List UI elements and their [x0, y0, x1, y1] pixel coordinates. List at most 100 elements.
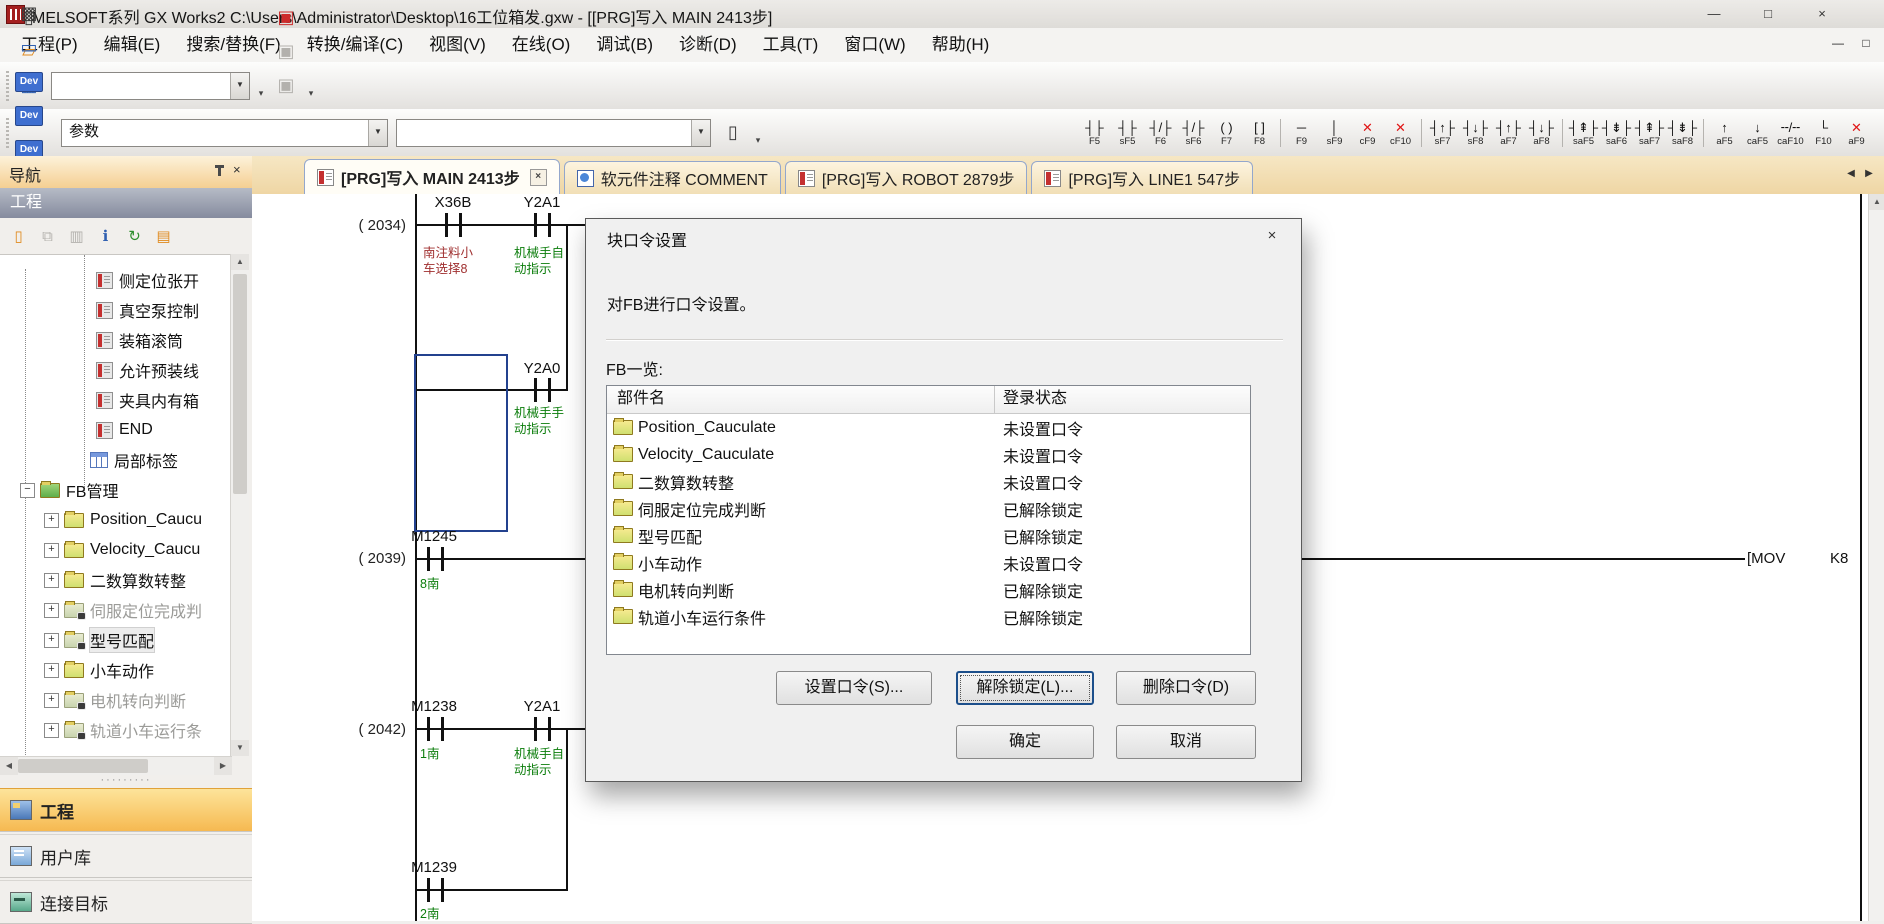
tree-item[interactable]: 允许预装线	[0, 355, 230, 385]
toolbar-overflow-icon[interactable]: ▾	[304, 69, 318, 102]
instruction-operand[interactable]: K8	[1830, 550, 1848, 567]
table-row[interactable]: 轨道小车运行条件 已解除锁定	[607, 603, 1250, 630]
table-row[interactable]: 伺服定位完成判断 已解除锁定	[607, 495, 1250, 522]
ladder-symbol-button[interactable]: ┤↓├ aF8	[1525, 113, 1558, 153]
table-row[interactable]: Position_Cauculate 未设置口令	[607, 414, 1250, 441]
tree-expander[interactable]: −	[20, 483, 35, 498]
toolbar-handle[interactable]	[6, 118, 9, 148]
scroll-down-icon[interactable]: ▼	[231, 740, 249, 756]
cell-selection-cursor[interactable]	[414, 354, 508, 532]
document-tab[interactable]: [PRG]写入 ROBOT 2879步 ×	[785, 161, 1028, 194]
toolbar-icon[interactable]: Dev	[12, 65, 46, 99]
nav-tool-icon[interactable]: ▯	[5, 223, 32, 250]
unlock-button[interactable]: 解除锁定(L)...	[956, 671, 1094, 705]
new-window-icon[interactable]: ▯	[716, 116, 750, 150]
pin-icon[interactable]	[218, 165, 221, 176]
ladder-symbol-button[interactable]: ┤⇟├ saF8	[1666, 113, 1699, 153]
combo-dropdown-icon[interactable]: ▼	[691, 120, 710, 146]
menu-item[interactable]: 编辑(E)	[91, 28, 174, 62]
table-row[interactable]: 电机转向判断 已解除锁定	[607, 576, 1250, 603]
data-select-combo[interactable]: 参数 ▼	[61, 119, 388, 147]
scroll-up-icon[interactable]: ▲	[231, 254, 249, 270]
set-password-button[interactable]: 设置口令(S)...	[776, 671, 932, 705]
toolbar-icon[interactable]: ▣	[269, 1, 303, 35]
tree-expander[interactable]: +	[44, 543, 59, 558]
device-label[interactable]: M1239	[402, 859, 466, 876]
scroll-up-icon[interactable]: ▲	[1869, 194, 1884, 210]
ladder-symbol-button[interactable]: ┤↑├ sF7	[1426, 113, 1459, 153]
table-row[interactable]: 小车动作 未设置口令	[607, 549, 1250, 576]
tab-scroll-left-icon[interactable]: ◀	[1842, 164, 1860, 184]
ladder-symbol-button[interactable]: ↑ aF5	[1708, 113, 1741, 153]
mdi-restore-icon[interactable]: □	[1854, 36, 1878, 54]
menu-item[interactable]: 转换/编译(C)	[294, 28, 416, 62]
scroll-left-icon[interactable]: ◀	[0, 757, 18, 775]
device-label[interactable]: X36B	[421, 194, 485, 211]
ladder-symbol-button[interactable]: ✕ cF10	[1384, 113, 1417, 153]
minimize-button[interactable]: —	[1693, 3, 1735, 24]
tree-expander[interactable]: +	[44, 573, 59, 588]
dialog-close-icon[interactable]: ×	[1257, 225, 1287, 247]
find-combo[interactable]: ▼	[51, 72, 250, 100]
ladder-symbol-button[interactable]: └ F10	[1807, 113, 1840, 153]
editor-vertical-scrollbar[interactable]: ▲	[1868, 194, 1884, 921]
tree-expander[interactable]: +	[44, 693, 59, 708]
combo-dropdown-icon[interactable]: ▼	[230, 73, 249, 99]
tree-item[interactable]: 侧定位张开	[0, 265, 230, 295]
close-button[interactable]: ×	[1801, 3, 1843, 24]
delete-password-button[interactable]: 删除口令(D)	[1116, 671, 1256, 705]
toolbar-icon[interactable]: ▣	[269, 69, 303, 103]
tree-expander[interactable]: +	[44, 513, 59, 528]
tab-scroll-right-icon[interactable]: ▶	[1860, 164, 1878, 184]
ladder-symbol-button[interactable]: [ ] F8	[1243, 113, 1276, 153]
menu-item[interactable]: 窗口(W)	[831, 28, 918, 62]
nav-stack-button[interactable]: 用户库	[0, 834, 252, 878]
tree-item[interactable]: + 伺服定位完成判	[0, 595, 230, 625]
ladder-symbol-button[interactable]: ✕ aF9	[1840, 113, 1873, 153]
tree-item[interactable]: + 电机转向判断	[0, 685, 230, 715]
nav-tool-icon[interactable]: ▥	[63, 223, 90, 250]
tree-item[interactable]: 局部标签	[0, 445, 230, 475]
tree-expander[interactable]: +	[44, 603, 59, 618]
menu-item[interactable]: 调试(B)	[583, 28, 666, 62]
mdi-minimize-icon[interactable]: —	[1826, 36, 1850, 54]
ladder-symbol-button[interactable]: ✕ cF9	[1351, 113, 1384, 153]
scroll-right-icon[interactable]: ▶	[214, 757, 232, 775]
ladder-symbol-button[interactable]: ┤⇞├ saF5	[1567, 113, 1600, 153]
ladder-symbol-button[interactable]: ┤⇞├ saF7	[1633, 113, 1666, 153]
toolbar-icon[interactable]: Dev	[12, 99, 46, 133]
toolbar-icon[interactable]: ▣	[269, 35, 303, 69]
toolbar-icon[interactable]: ▭	[12, 31, 46, 65]
menu-item[interactable]: 帮助(H)	[919, 28, 1003, 62]
instruction-opcode[interactable]: [MOV	[1747, 550, 1785, 567]
tree-item[interactable]: + Position_Caucu	[0, 505, 230, 535]
combo-dropdown-icon[interactable]: ▼	[368, 120, 387, 146]
tree-item[interactable]: + 轨道小车运行条	[0, 715, 230, 745]
tree-item[interactable]: + 二数算数转整	[0, 565, 230, 595]
ladder-symbol-button[interactable]: ┤↓├ sF8	[1459, 113, 1492, 153]
table-row[interactable]: 二数算数转整 未设置口令	[607, 468, 1250, 495]
ladder-symbol-button[interactable]: │ sF9	[1318, 113, 1351, 153]
tree-item[interactable]: − FB管理	[0, 475, 230, 505]
document-tab[interactable]: [PRG]写入 MAIN 2413步 ×	[304, 159, 560, 194]
nav-stack-button[interactable]: 工程	[0, 788, 252, 832]
ok-button[interactable]: 确定	[956, 725, 1094, 759]
ladder-symbol-button[interactable]: ┤/├ F6	[1144, 113, 1177, 153]
toolbar-icon[interactable]: ▩	[12, 0, 46, 31]
column-header-name[interactable]: 部件名	[607, 386, 995, 413]
device-label[interactable]: Y2A0	[510, 360, 574, 377]
table-row[interactable]: Velocity_Cauculate 未设置口令	[607, 441, 1250, 468]
tree-item[interactable]: 夹具内有箱	[0, 385, 230, 415]
tree-item[interactable]: + Velocity_Caucu	[0, 535, 230, 565]
nav-stack-button[interactable]: 连接目标	[0, 880, 252, 924]
panel-close-icon[interactable]: ×	[233, 162, 241, 177]
panel-splitter[interactable]: ·········	[0, 774, 252, 788]
table-row[interactable]: 型号匹配 已解除锁定	[607, 522, 1250, 549]
ladder-symbol-button[interactable]: ─ F9	[1285, 113, 1318, 153]
ladder-symbol-button[interactable]: ┤/├ sF6	[1177, 113, 1210, 153]
device-label[interactable]: M1238	[402, 698, 466, 715]
tree-horizontal-scrollbar[interactable]: ◀ ▶	[0, 756, 232, 775]
toolbar-overflow-icon[interactable]: ▾	[254, 69, 268, 102]
document-tab[interactable]: [PRG]写入 LINE1 547步 ×	[1031, 161, 1253, 194]
device-label[interactable]: M1245	[402, 528, 466, 545]
